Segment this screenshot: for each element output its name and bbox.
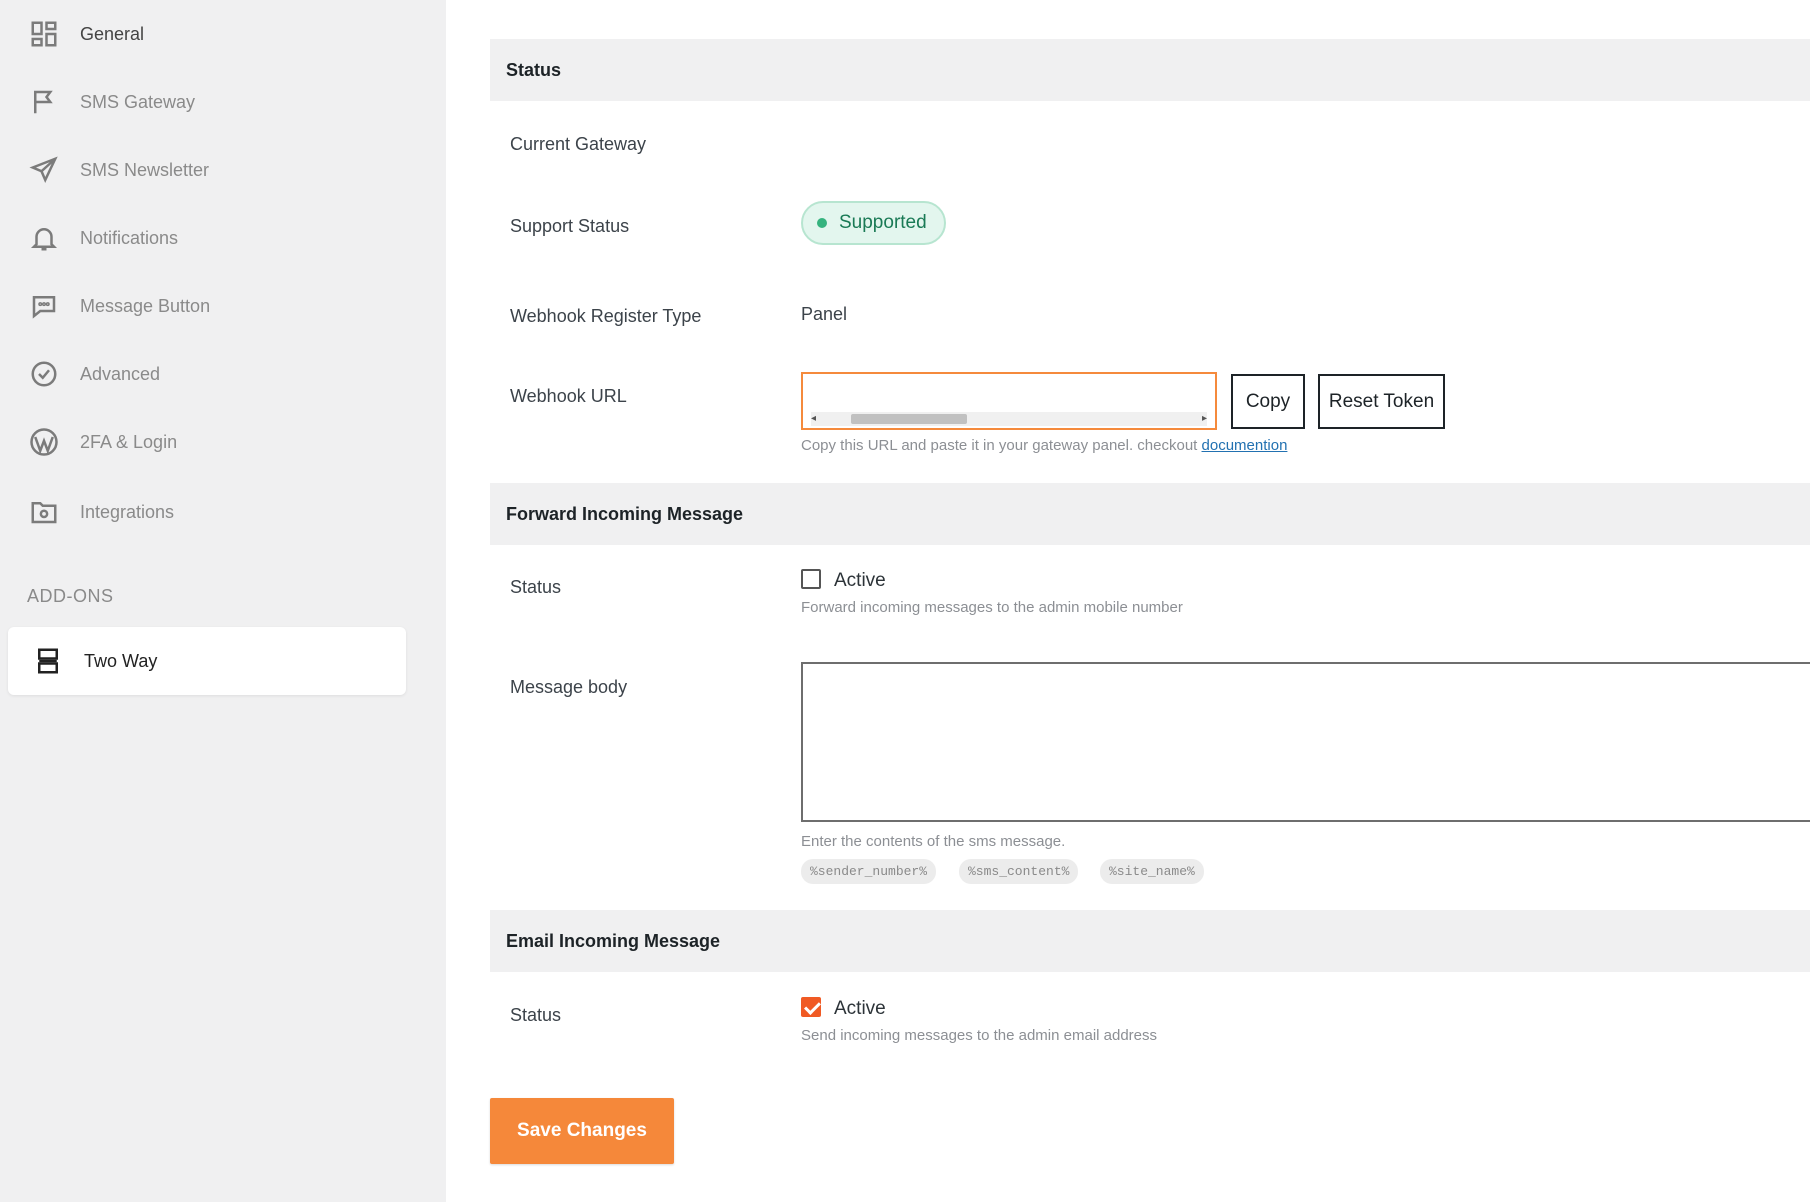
check-badge-icon	[28, 358, 60, 390]
main-content: Status Current Gateway Support Status Su…	[446, 0, 1810, 1202]
sidebar-item-advanced[interactable]: Advanced	[0, 344, 446, 404]
sidebar-item-label: Two Way	[84, 650, 158, 671]
documentation-link[interactable]: documention	[1202, 437, 1288, 454]
message-body-help: Enter the contents of the sms message.	[801, 833, 1066, 850]
webhook-register-type-value: Panel	[801, 304, 848, 324]
reset-token-button[interactable]: Reset Token	[1318, 374, 1445, 429]
sidebar-item-notifications[interactable]: Notifications	[0, 208, 446, 268]
placeholder-tag-site-name[interactable]: %site_name%	[1100, 859, 1204, 884]
email-active-label[interactable]: Active	[834, 998, 886, 1020]
placeholder-tag-sender-number[interactable]: %sender_number%	[801, 859, 937, 884]
webhook-register-type-label: Webhook Register Type	[510, 306, 702, 326]
webhook-url-input[interactable]: ◂ ▸	[801, 372, 1217, 430]
section-heading-forward: Forward Incoming Message	[490, 483, 1810, 545]
sidebar-item-label: 2FA & Login	[80, 431, 178, 452]
email-status-help: Send incoming messages to the admin emai…	[801, 1027, 1158, 1044]
sidebar-item-two-way[interactable]: Two Way	[8, 627, 406, 695]
save-changes-button[interactable]: Save Changes	[490, 1098, 674, 1164]
wordpress-icon	[28, 426, 60, 458]
sidebar-item-integrations[interactable]: Integrations	[0, 482, 446, 542]
bell-icon	[28, 222, 60, 254]
paper-plane-icon	[28, 154, 60, 186]
sidebar-item-2fa-login[interactable]: 2FA & Login	[0, 412, 446, 472]
status-dot-icon	[817, 218, 827, 228]
scroll-right-icon[interactable]: ▸	[1202, 413, 1207, 424]
message-body-textarea[interactable]	[801, 662, 1810, 822]
forward-active-checkbox[interactable]	[801, 569, 821, 589]
two-way-icon	[32, 645, 64, 677]
sidebar-item-label: Message Button	[80, 295, 211, 316]
addons-heading: ADD-ONS	[27, 586, 114, 606]
sidebar-item-message-button[interactable]: Message Button	[0, 276, 446, 336]
current-gateway-label: Current Gateway	[510, 134, 647, 154]
chat-bubble-icon	[28, 290, 60, 322]
forward-status-help: Forward incoming messages to the admin m…	[801, 599, 1183, 616]
flag-icon	[28, 86, 60, 118]
sidebar-item-label: Notifications	[80, 227, 179, 248]
sidebar-item-sms-newsletter[interactable]: SMS Newsletter	[0, 140, 446, 200]
sidebar-item-label: SMS Newsletter	[80, 159, 210, 180]
email-status-label: Status	[510, 1005, 562, 1025]
support-status-label: Support Status	[510, 216, 630, 236]
grid-icon	[28, 18, 60, 50]
status-badge: Supported	[801, 201, 946, 245]
sidebar: General SMS Gateway SMS Newsletter Notif…	[0, 0, 446, 1202]
section-heading-status: Status	[490, 39, 1810, 101]
webhook-help-message: Copy this URL and paste it in your gatew…	[801, 437, 1198, 454]
webhook-url-label: Webhook URL	[510, 386, 627, 406]
sidebar-item-label: General	[80, 23, 145, 44]
horizontal-scrollbar[interactable]: ◂ ▸	[811, 412, 1207, 426]
sidebar-item-sms-gateway[interactable]: SMS Gateway	[0, 72, 446, 132]
sidebar-item-general[interactable]: General	[0, 4, 446, 64]
scrollbar-thumb[interactable]	[851, 414, 967, 424]
sidebar-item-label: SMS Gateway	[80, 91, 196, 112]
status-badge-text: Supported	[839, 212, 927, 233]
forward-status-label: Status	[510, 577, 562, 597]
copy-button[interactable]: Copy	[1231, 374, 1305, 429]
sidebar-item-label: Integrations	[80, 501, 175, 522]
placeholder-tag-sms-content[interactable]: %sms_content%	[959, 859, 1079, 884]
section-heading-email: Email Incoming Message	[490, 910, 1810, 972]
message-body-label: Message body	[510, 677, 628, 697]
webhook-help-text: Copy this URL and paste it in your gatew…	[801, 437, 1287, 454]
forward-active-label[interactable]: Active	[834, 570, 886, 592]
sidebar-item-label: Advanced	[80, 363, 161, 384]
scroll-left-icon[interactable]: ◂	[811, 413, 816, 424]
email-active-checkbox[interactable]	[801, 997, 821, 1017]
folder-gear-icon	[28, 496, 60, 528]
